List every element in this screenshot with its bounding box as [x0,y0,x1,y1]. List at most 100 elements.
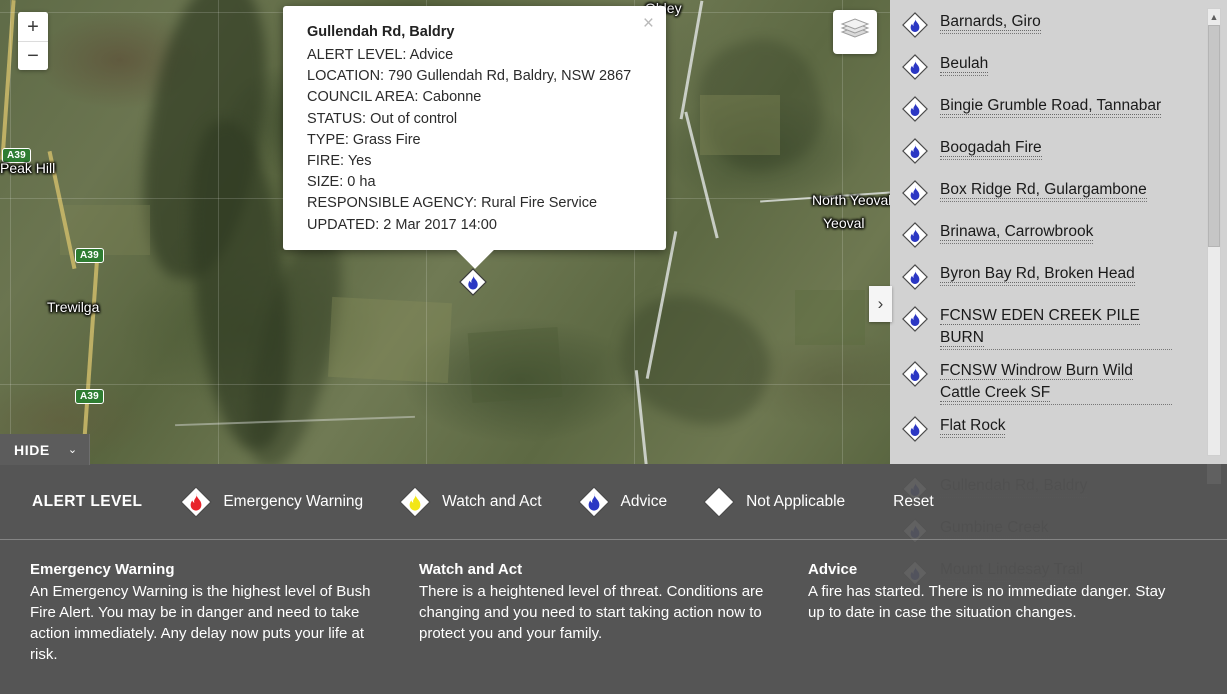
alert-level-filter-label: Emergency Warning [223,492,364,510]
incident-list-item-label[interactable]: Brinawa, Carrowbrook [940,221,1094,244]
alert-level-description: Emergency Warning An Emergency Warning is… [30,561,419,665]
map-place-label: Yeoval [823,215,865,231]
map-place-label: Trewilga [47,299,100,315]
incident-list-item[interactable]: Beulah [890,48,1210,90]
popup-close-button[interactable]: × [643,14,654,33]
alert-level-filter-label: Not Applicable [746,492,846,510]
zoom-in-button[interactable]: + [18,12,48,41]
map-road [80,250,100,464]
popup-detail-rows: ALERT LEVEL: Advice LOCATION: 790 Gullend… [307,45,644,236]
fire-diamond-icon [902,54,928,85]
map-zoom-control[interactable]: + − [18,12,48,70]
map-layers-button[interactable] [833,10,877,54]
map-road-shield: A39 [75,389,104,404]
fire-info-popup: × Gullendah Rd, Baldry ALERT LEVEL: Advi… [283,6,666,269]
map-road [0,0,16,160]
map-place-label: North Yeoval [812,192,890,208]
incident-list-item[interactable]: Barnards, Giro [890,6,1210,48]
description-body: An Emergency Warning is the highest leve… [30,583,371,663]
incident-list-item-label[interactable]: Boogadah Fire [940,137,1042,160]
incident-list-item[interactable]: FCNSW EDEN CREEK PILE BURN [890,300,1210,355]
map-road [47,150,77,270]
incident-list-item-label[interactable]: Byron Bay Rd, Broken Head [940,263,1135,286]
chevron-right-icon: › [877,294,884,313]
fire-diamond-icon [902,138,928,169]
popup-detail-row: FIRE: Yes [307,153,372,170]
description-body: A fire has started. There is no immediat… [808,583,1166,621]
map-field-shape [700,95,780,155]
alert-level-bar: ALERT LEVEL Emergency Warning Watch and A… [0,464,1227,539]
bushfire-map-app: A39A39A39 Peak HillTrewilgaTomingleyNort… [0,0,1227,694]
fire-diamond-icon [902,180,928,211]
incident-list-item-label[interactable]: FCNSW EDEN CREEK PILE BURN [940,305,1172,350]
alert-level-filter-label: Advice [620,492,668,510]
popup-detail-row: LOCATION: 790 Gullendah Rd, Baldry, NSW … [307,68,632,85]
fire-diamond-icon [902,96,928,127]
map-road [175,415,415,427]
popup-title: Gullendah Rd, Baldry [307,24,455,40]
incident-list-item[interactable]: Flat Rock [890,410,1210,452]
map-field-shape [467,326,563,404]
incident-list-sidebar[interactable]: Barnards, Giro Beulah Bingie Grumble Road,… [890,0,1227,464]
popup-detail-row: TYPE: Grass Fire [307,131,421,148]
description-heading: Advice [808,561,858,578]
alert-level-filter-advice[interactable]: Advice [577,485,668,518]
fire-diamond-icon [902,306,928,337]
incident-list-item-label[interactable]: Barnards, Giro [940,11,1041,34]
zoom-out-button[interactable]: − [18,41,48,70]
fire-diamond-icon [902,12,928,43]
map-road [645,231,678,379]
alert-level-diamond-icon [399,485,431,518]
alert-level-descriptions: Emergency Warning An Emergency Warning is… [0,539,1227,665]
alert-level-title: ALERT LEVEL [32,492,143,510]
alert-level-legend-panel: ALERT LEVEL Emergency Warning Watch and A… [0,464,1227,694]
map-terrain-shape [127,0,283,287]
alert-level-description: Advice A fire has started. There is no im… [808,561,1197,665]
incident-list-item[interactable]: Byron Bay Rd, Broken Head [890,258,1210,300]
sidebar-collapse-toggle[interactable]: › [869,286,892,322]
incident-list-item-label[interactable]: FCNSW Windrow Burn Wild Cattle Creek SF [940,360,1172,405]
map-terrain-shape [232,225,358,464]
incident-list-item-label[interactable]: Beulah [940,53,989,76]
map-field-shape [60,205,150,255]
scrollbar-thumb[interactable] [1208,25,1220,247]
incident-list-item[interactable]: Brinawa, Carrowbrook [890,216,1210,258]
fire-diamond-icon [902,222,928,253]
map-field-shape [327,296,453,384]
incident-list-item[interactable]: FCNSW Windrow Burn Wild Cattle Creek SF [890,355,1210,410]
incident-list-item-label[interactable]: Bingie Grumble Road, Tannabar [940,95,1162,118]
map-road-shield: A39 [75,248,104,263]
popup-detail-row: UPDATED: 2 Mar 2017 14:00 [307,216,497,233]
incident-list-item[interactable]: Boogadah Fire [890,132,1210,174]
chevron-down-icon: ⌄ [67,444,78,456]
fire-diamond-icon [902,264,928,295]
incident-list-item-label[interactable]: Box Ridge Rd, Gulargambone [940,179,1147,202]
map-terrain-shape [602,276,788,444]
hide-button-label: HIDE [14,441,50,458]
alert-level-filter-emergency-warning[interactable]: Emergency Warning [180,485,364,518]
popup-detail-row: STATUS: Out of control [307,110,458,127]
description-heading: Watch and Act [419,561,523,578]
map-road-shield: A39 [2,148,31,163]
map-fire-marker-advice[interactable] [459,268,487,296]
incident-list-item-label[interactable]: Flat Rock [940,415,1006,438]
sidebar-scrollbar[interactable]: ▲ [1207,8,1221,456]
alert-level-diamond-icon [703,485,735,518]
incident-list-item[interactable]: Bingie Grumble Road, Tannabar [890,90,1210,132]
map-road [760,191,890,203]
scroll-up-arrow-icon[interactable]: ▲ [1208,9,1220,24]
alert-level-diamond-icon [180,485,212,518]
incident-list-item[interactable]: Box Ridge Rd, Gulargambone [890,174,1210,216]
alert-level-filter-label: Watch and Act [442,492,542,510]
popup-detail-row: COUNCIL AREA: Cabonne [307,89,482,106]
popup-detail-row: RESPONSIBLE AGENCY: Rural Fire Service [307,195,598,212]
alert-level-filter-not-applicable[interactable]: Not Applicable [703,485,846,518]
reset-filter-button[interactable]: Reset [893,493,934,511]
description-heading: Emergency Warning [30,561,175,578]
fire-diamond-icon [902,416,928,447]
popup-detail-row: ALERT LEVEL: Advice [307,47,454,63]
panel-divider [0,539,1227,540]
alert-level-filter-watch-and-act[interactable]: Watch and Act [399,485,542,518]
hide-legend-button[interactable]: HIDE ⌄ [0,434,91,465]
map-road [679,0,704,120]
